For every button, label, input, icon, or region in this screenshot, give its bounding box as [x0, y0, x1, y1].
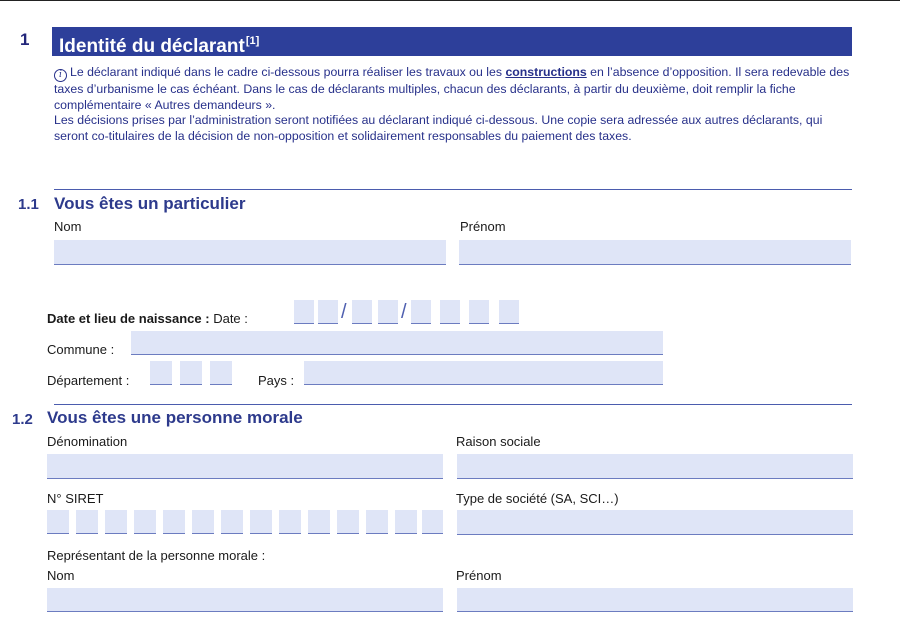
section-number: 1	[20, 30, 30, 49]
date-year-box-2[interactable]	[440, 300, 460, 324]
siret-box[interactable]	[308, 510, 330, 534]
birth-label: Date et lieu de naissance : Date :	[47, 311, 248, 326]
date-year-box-1[interactable]	[411, 300, 431, 324]
siret-box[interactable]	[163, 510, 185, 534]
prenom-label: Prénom	[460, 219, 506, 234]
date-month-box-2[interactable]	[378, 300, 398, 324]
siret-box[interactable]	[250, 510, 272, 534]
separator-1-2	[54, 404, 852, 405]
departement-box-2[interactable]	[180, 361, 202, 385]
raison-sociale-label: Raison sociale	[456, 434, 541, 449]
subsection-title-morale: Vous êtes une personne morale	[47, 408, 303, 427]
raison-sociale-field[interactable]	[457, 454, 853, 479]
info-text-part1: Le déclarant indiqué dans le cadre ci-de…	[70, 65, 503, 79]
denomination-label: Dénomination	[47, 434, 128, 449]
date-year-box-4[interactable]	[499, 300, 519, 324]
representant-label: Représentant de la personne morale :	[47, 548, 266, 563]
date-month-box-1[interactable]	[352, 300, 372, 324]
siret-box[interactable]	[105, 510, 127, 534]
subsection-title-particulier: Vous êtes un particulier	[54, 194, 246, 213]
siret-box[interactable]	[76, 510, 98, 534]
pays-field[interactable]	[304, 361, 663, 385]
subsection-number-1-1: 1.1	[18, 196, 39, 213]
separator-1-1	[54, 189, 852, 190]
siret-box[interactable]	[279, 510, 301, 534]
info-text: i Le déclarant indiqué dans le cadre ci-d…	[54, 65, 850, 144]
departement-box-1[interactable]	[150, 361, 172, 385]
siret-box[interactable]	[395, 510, 417, 534]
prenom-field[interactable]	[459, 240, 851, 265]
siret-label: N° SIRET	[47, 491, 104, 506]
siret-box[interactable]	[221, 510, 243, 534]
departement-label: Département :	[47, 373, 130, 388]
pays-label: Pays :	[258, 373, 295, 388]
representant-nom-label: Nom	[47, 568, 75, 583]
commune-field[interactable]	[131, 331, 663, 355]
subsection-number-1-2: 1.2	[12, 411, 33, 428]
date-separator: /	[341, 301, 347, 323]
type-societe-label: Type de société (SA, SCI…)	[456, 491, 619, 506]
representant-prenom-field[interactable]	[457, 588, 853, 612]
top-rule	[0, 0, 900, 1]
type-societe-field[interactable]	[457, 510, 853, 535]
commune-label: Commune :	[47, 342, 115, 357]
info-circle-icon: i	[54, 69, 67, 82]
date-day-box-1[interactable]	[294, 300, 314, 324]
date-separator: /	[401, 301, 407, 323]
birth-label-bold: Date et lieu de naissance :	[47, 311, 210, 326]
siret-box[interactable]	[134, 510, 156, 534]
date-label: Date :	[213, 311, 248, 326]
siret-box[interactable]	[47, 510, 69, 534]
representant-prenom-label: Prénom	[456, 568, 502, 583]
siret-box[interactable]	[366, 510, 388, 534]
departement-box-3[interactable]	[210, 361, 232, 385]
representant-nom-field[interactable]	[47, 588, 443, 612]
date-year-box-3[interactable]	[469, 300, 489, 324]
section-title-bar: Identité du déclarant[1]	[52, 27, 852, 57]
siret-box[interactable]	[337, 510, 359, 534]
section-title: Identité du déclarant	[59, 36, 245, 57]
constructions-link[interactable]: constructions	[505, 65, 586, 79]
footnote-ref[interactable]: [1]	[246, 35, 259, 47]
date-day-box-2[interactable]	[318, 300, 338, 324]
nom-field[interactable]	[54, 240, 446, 265]
siret-box[interactable]	[422, 510, 443, 534]
nom-label: Nom	[54, 219, 82, 234]
info-text-paragraph2: Les décisions prises par l’administratio…	[54, 113, 823, 143]
siret-box[interactable]	[192, 510, 214, 534]
denomination-field[interactable]	[47, 454, 443, 479]
